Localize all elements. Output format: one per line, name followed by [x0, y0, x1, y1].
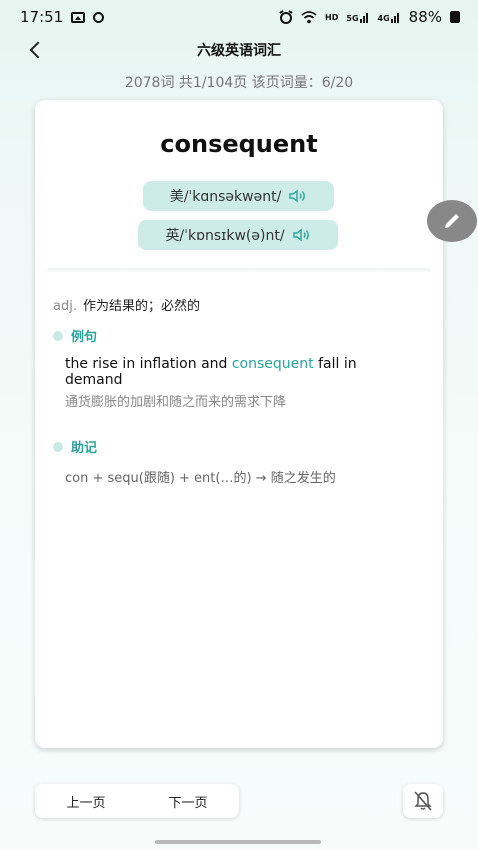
- battery-icon: [450, 11, 460, 23]
- mnemonic-text: con + sequ(跟随) + ent(…的) → 随之发生的: [65, 471, 336, 486]
- home-indicator[interactable]: [155, 840, 321, 844]
- pencil-icon: [445, 214, 459, 228]
- hd-indicator: HD: [325, 12, 339, 22]
- status-left: 17:51: [20, 8, 105, 26]
- signal-4g-label: 4G: [377, 14, 390, 23]
- example-sentence-cn: 通货膨胀的加剧和随之而来的需求下降: [65, 395, 287, 410]
- mnemonic-heading-label: 助记: [71, 441, 98, 456]
- alarm-icon: [279, 10, 293, 24]
- page-title: 六级英语词汇: [197, 43, 281, 59]
- page-stats: 2078词 共1/104页 该页词量：6/20: [124, 75, 354, 91]
- signal-bars-icon: [390, 13, 399, 23]
- example-en-highlight: consequent: [231, 356, 314, 372]
- definition-line: adj. 作为结果的；必然的: [53, 295, 200, 314]
- watch-icon: [93, 11, 105, 23]
- us-pronunciation-button[interactable]: 美/ˈkɑnsəkwənt/: [143, 181, 334, 211]
- bullet-dot-icon: [53, 441, 63, 452]
- signal-4g: 4G: [378, 11, 401, 23]
- uk-pronunciation-button[interactable]: 英/ˈkɒnsɪkw(ə)nt/: [138, 220, 338, 250]
- example-heading-label: 例句: [71, 330, 98, 345]
- next-page-button[interactable]: 下一页: [158, 788, 217, 815]
- prev-page-button[interactable]: 上一页: [56, 788, 115, 815]
- word-title: consequent: [160, 130, 318, 158]
- status-time: 17:51: [20, 8, 64, 26]
- edit-button[interactable]: [427, 200, 477, 242]
- mnemonic-heading: 助记: [53, 437, 97, 456]
- signal-bars-icon: [359, 13, 368, 23]
- signal-5g-label: 5G: [346, 14, 359, 23]
- gallery-icon: [71, 11, 86, 23]
- us-pronunciation-text: 美/ˈkɑnsəkwənt/: [169, 189, 282, 205]
- example-en-before: the rise in inflation and: [65, 356, 232, 372]
- page-navigation: 上一页 下一页: [35, 784, 239, 818]
- mute-toggle-button[interactable]: [403, 784, 443, 818]
- speaker-icon: [292, 228, 309, 242]
- uk-pronunciation-text: 英/ˈkɒnsɪkw(ə)nt/: [165, 228, 285, 244]
- divider: [47, 268, 431, 272]
- header: 六级英语词汇: [0, 34, 478, 66]
- signal-5g: 5G: [346, 11, 369, 23]
- status-right: HD 5G 4G 88%: [279, 8, 460, 26]
- word-card: consequent 美/ˈkɑnsəkwənt/ 英/ˈkɒnsɪkw(ə)n…: [35, 100, 443, 748]
- speaker-icon: [289, 189, 306, 203]
- wifi-icon: [301, 10, 317, 23]
- battery-percent: 88%: [408, 8, 442, 26]
- definition-text: 作为结果的；必然的: [82, 299, 200, 314]
- example-heading: 例句: [53, 326, 97, 345]
- bullet-dot-icon: [53, 330, 63, 341]
- example-sentence-en: the rise in inflation and consequent fal…: [65, 356, 395, 388]
- mute-icon: [414, 791, 432, 811]
- part-of-speech: adj.: [53, 299, 77, 314]
- status-bar: 17:51 HD 5G 4G 88%: [0, 0, 478, 34]
